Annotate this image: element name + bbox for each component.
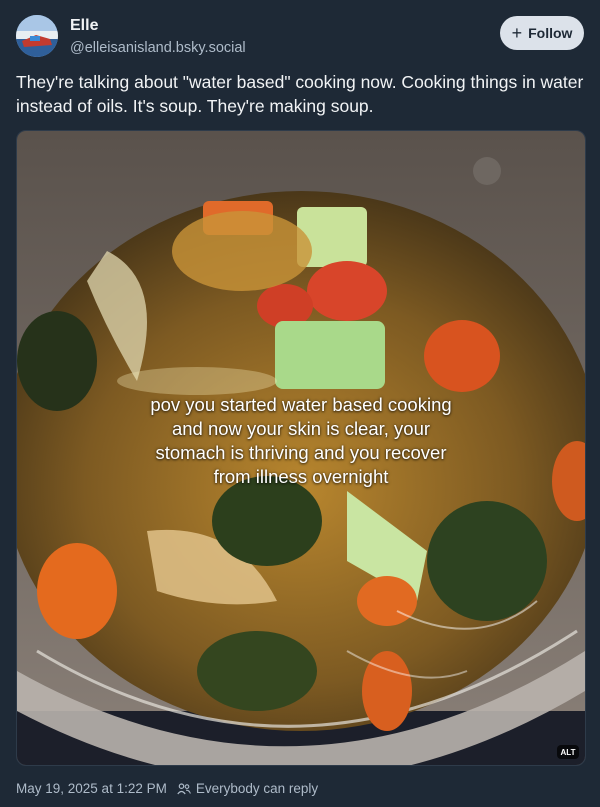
- overlay-line: and now your skin is clear, your: [171, 418, 431, 439]
- overlay-line: from illness overnight: [213, 466, 389, 487]
- author-display-name[interactable]: Elle: [70, 17, 98, 35]
- image-overlay-caption: pov you started water based cooking and …: [17, 393, 585, 489]
- overlay-line: pov you started water based cooking: [150, 394, 452, 415]
- alt-text-badge[interactable]: ALT: [557, 745, 579, 759]
- post-image[interactable]: pov you started water based cooking and …: [16, 130, 586, 766]
- avatar[interactable]: [16, 15, 58, 57]
- post-text: They're talking about "water based" cook…: [16, 72, 584, 116]
- post-footer: May 19, 2025 at 1:22 PM Everybody can re…: [16, 781, 318, 796]
- follow-button-label: Follow: [528, 25, 573, 41]
- plus-icon: +: [511, 23, 523, 43]
- post-header: Elle @elleisanisland.bsky.social + Follo…: [16, 14, 584, 60]
- reply-setting[interactable]: Everybody can reply: [177, 781, 318, 796]
- reply-setting-label: Everybody can reply: [195, 781, 319, 796]
- follow-button[interactable]: + Follow: [500, 16, 584, 50]
- avatar-image: [16, 15, 58, 57]
- author-handle[interactable]: @elleisanisland.bsky.social: [70, 40, 246, 56]
- overlay-line: stomach is thriving and you recover: [155, 442, 447, 463]
- people-icon: [177, 782, 191, 794]
- post-timestamp[interactable]: May 19, 2025 at 1:22 PM: [16, 781, 167, 796]
